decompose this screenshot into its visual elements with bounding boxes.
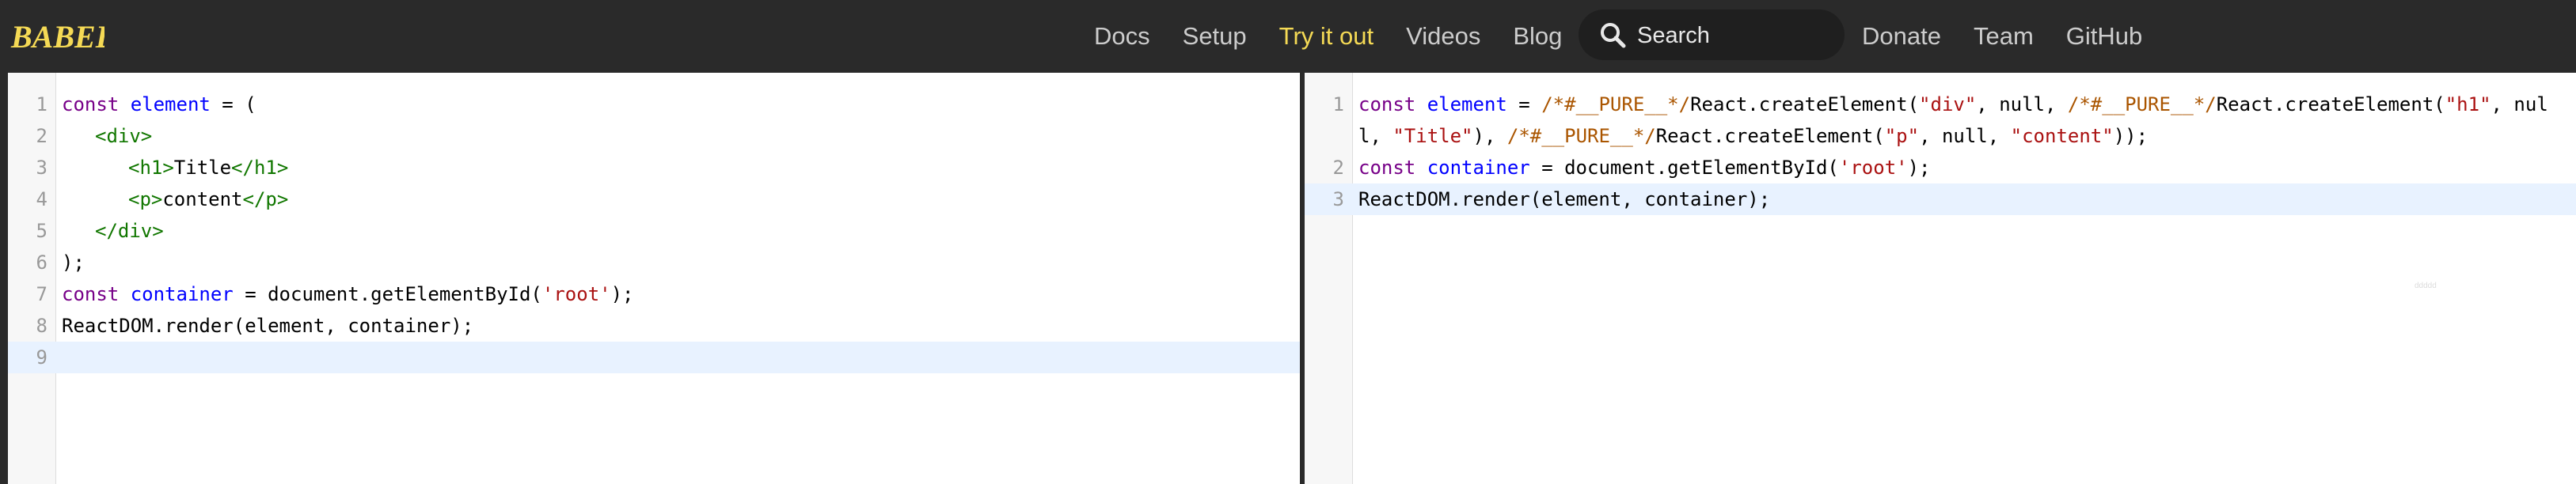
code-line[interactable]: 5 </div> xyxy=(8,215,1300,247)
variable-token: container xyxy=(1427,157,1530,179)
keyword-token: const xyxy=(1358,93,1416,115)
output-code-editor[interactable]: 1 const element = /*#__PURE__*/React.cre… xyxy=(1305,73,2576,484)
string-token: "p" xyxy=(1884,125,1920,147)
code-text: = document.getElementById( xyxy=(1529,157,1839,179)
search-box[interactable] xyxy=(1579,9,1845,60)
line-number: 5 xyxy=(36,220,47,242)
code-text: = xyxy=(1506,93,1542,115)
code-text: React.createElement( xyxy=(1690,93,1920,115)
nav-team[interactable]: Team xyxy=(1974,22,2034,51)
top-navbar: BABEL Docs Setup Try it out Videos Blog … xyxy=(0,0,2576,73)
line-number: 4 xyxy=(36,188,47,210)
secondary-nav: Donate Team GitHub xyxy=(1862,0,2175,73)
primary-nav: Docs Setup Try it out Videos Blog xyxy=(1094,0,1594,73)
code-text: ReactDOM.render(element, container); xyxy=(62,315,474,337)
code-line[interactable]: 4 <p>content</p> xyxy=(8,183,1300,215)
keyword-token: const xyxy=(62,93,120,115)
line-number: 1 xyxy=(36,93,47,115)
faint-overlay-text: ddddd xyxy=(2415,282,2437,290)
input-code-editor[interactable]: 1 const element = ( 2 <div> 3 <h1>Title<… xyxy=(8,73,1300,484)
string-token: "h1" xyxy=(2445,93,2491,115)
jsx-tag-token: <h1> xyxy=(128,157,174,179)
string-token: 'root' xyxy=(1838,157,1908,179)
output-code-lines[interactable]: 1 const element = /*#__PURE__*/React.cre… xyxy=(1305,89,2576,215)
comment-token: /*#__PURE__*/ xyxy=(2067,93,2217,115)
code-text: , null, xyxy=(1919,125,2011,147)
nav-docs[interactable]: Docs xyxy=(1094,22,1150,51)
code-text: , null, xyxy=(1976,93,2068,115)
svg-text:BABEL: BABEL xyxy=(10,19,104,55)
code-text: React.createElement( xyxy=(2216,93,2445,115)
jsx-tag-token: </div> xyxy=(95,220,164,242)
line-number: 7 xyxy=(36,283,47,305)
code-text: )); xyxy=(2113,125,2149,147)
code-text: ); xyxy=(610,283,634,305)
line-number: 3 xyxy=(1332,188,1344,210)
string-token: "Title" xyxy=(1392,125,1473,147)
code-line-active[interactable]: 3 ReactDOM.render(element, container); xyxy=(1305,183,2576,215)
code-text: ); xyxy=(1907,157,1931,179)
code-text: = ( xyxy=(210,93,256,115)
code-line[interactable]: 1 const element = ( xyxy=(8,89,1300,120)
nav-donate[interactable]: Donate xyxy=(1862,22,1941,51)
variable-token: element xyxy=(130,93,211,115)
string-token: 'root' xyxy=(541,283,611,305)
line-number: 2 xyxy=(1332,157,1344,179)
babel-logo[interactable]: BABEL xyxy=(9,11,104,62)
code-text: React.createElement( xyxy=(1655,125,1885,147)
line-number: 2 xyxy=(36,125,47,147)
line-number: 8 xyxy=(36,315,47,337)
string-token: "div" xyxy=(1919,93,1977,115)
nav-setup[interactable]: Setup xyxy=(1183,22,1247,51)
keyword-token: const xyxy=(1358,157,1416,179)
string-token: "content" xyxy=(2010,125,2114,147)
code-text: ), xyxy=(1472,125,1507,147)
search-input[interactable] xyxy=(1636,19,1829,52)
variable-token: element xyxy=(1427,93,1507,115)
comment-token: /*#__PURE__*/ xyxy=(1506,125,1656,147)
code-line[interactable]: 1 const element = /*#__PURE__*/React.cre… xyxy=(1305,89,2576,152)
code-line[interactable]: 3 <h1>Title</h1> xyxy=(8,152,1300,183)
code-text: ReactDOM.render(element, container); xyxy=(1358,188,1771,210)
code-text: content xyxy=(162,188,243,210)
code-line[interactable]: 6 ); xyxy=(8,247,1300,278)
line-number: 3 xyxy=(36,157,47,179)
jsx-tag-token: <p> xyxy=(128,188,163,210)
code-line[interactable]: 2 const container = document.getElementB… xyxy=(1305,152,2576,183)
code-line[interactable]: 2 <div> xyxy=(8,120,1300,152)
code-text: Title xyxy=(173,157,232,179)
code-line[interactable]: 7 const container = document.getElementB… xyxy=(8,278,1300,310)
nav-blog[interactable]: Blog xyxy=(1513,22,1562,51)
variable-token: container xyxy=(130,283,234,305)
nav-github[interactable]: GitHub xyxy=(2066,22,2142,51)
jsx-tag-token: <div> xyxy=(95,125,153,147)
code-line[interactable]: 8 ReactDOM.render(element, container); xyxy=(8,310,1300,342)
comment-token: /*#__PURE__*/ xyxy=(1541,93,1691,115)
line-number: 9 xyxy=(36,346,47,369)
line-number: 6 xyxy=(36,251,47,274)
nav-videos[interactable]: Videos xyxy=(1406,22,1480,51)
code-text: ); xyxy=(62,251,85,274)
code-line-active[interactable]: 9 xyxy=(8,342,1300,373)
jsx-tag-token: </h1> xyxy=(231,157,289,179)
input-code-lines[interactable]: 1 const element = ( 2 <div> 3 <h1>Title<… xyxy=(8,89,1300,373)
jsx-tag-token: </p> xyxy=(242,188,289,210)
nav-try-it-out[interactable]: Try it out xyxy=(1279,22,1373,51)
code-text: = document.getElementById( xyxy=(233,283,542,305)
line-number: 1 xyxy=(1332,93,1344,115)
keyword-token: const xyxy=(62,283,120,305)
search-icon xyxy=(1601,23,1626,48)
